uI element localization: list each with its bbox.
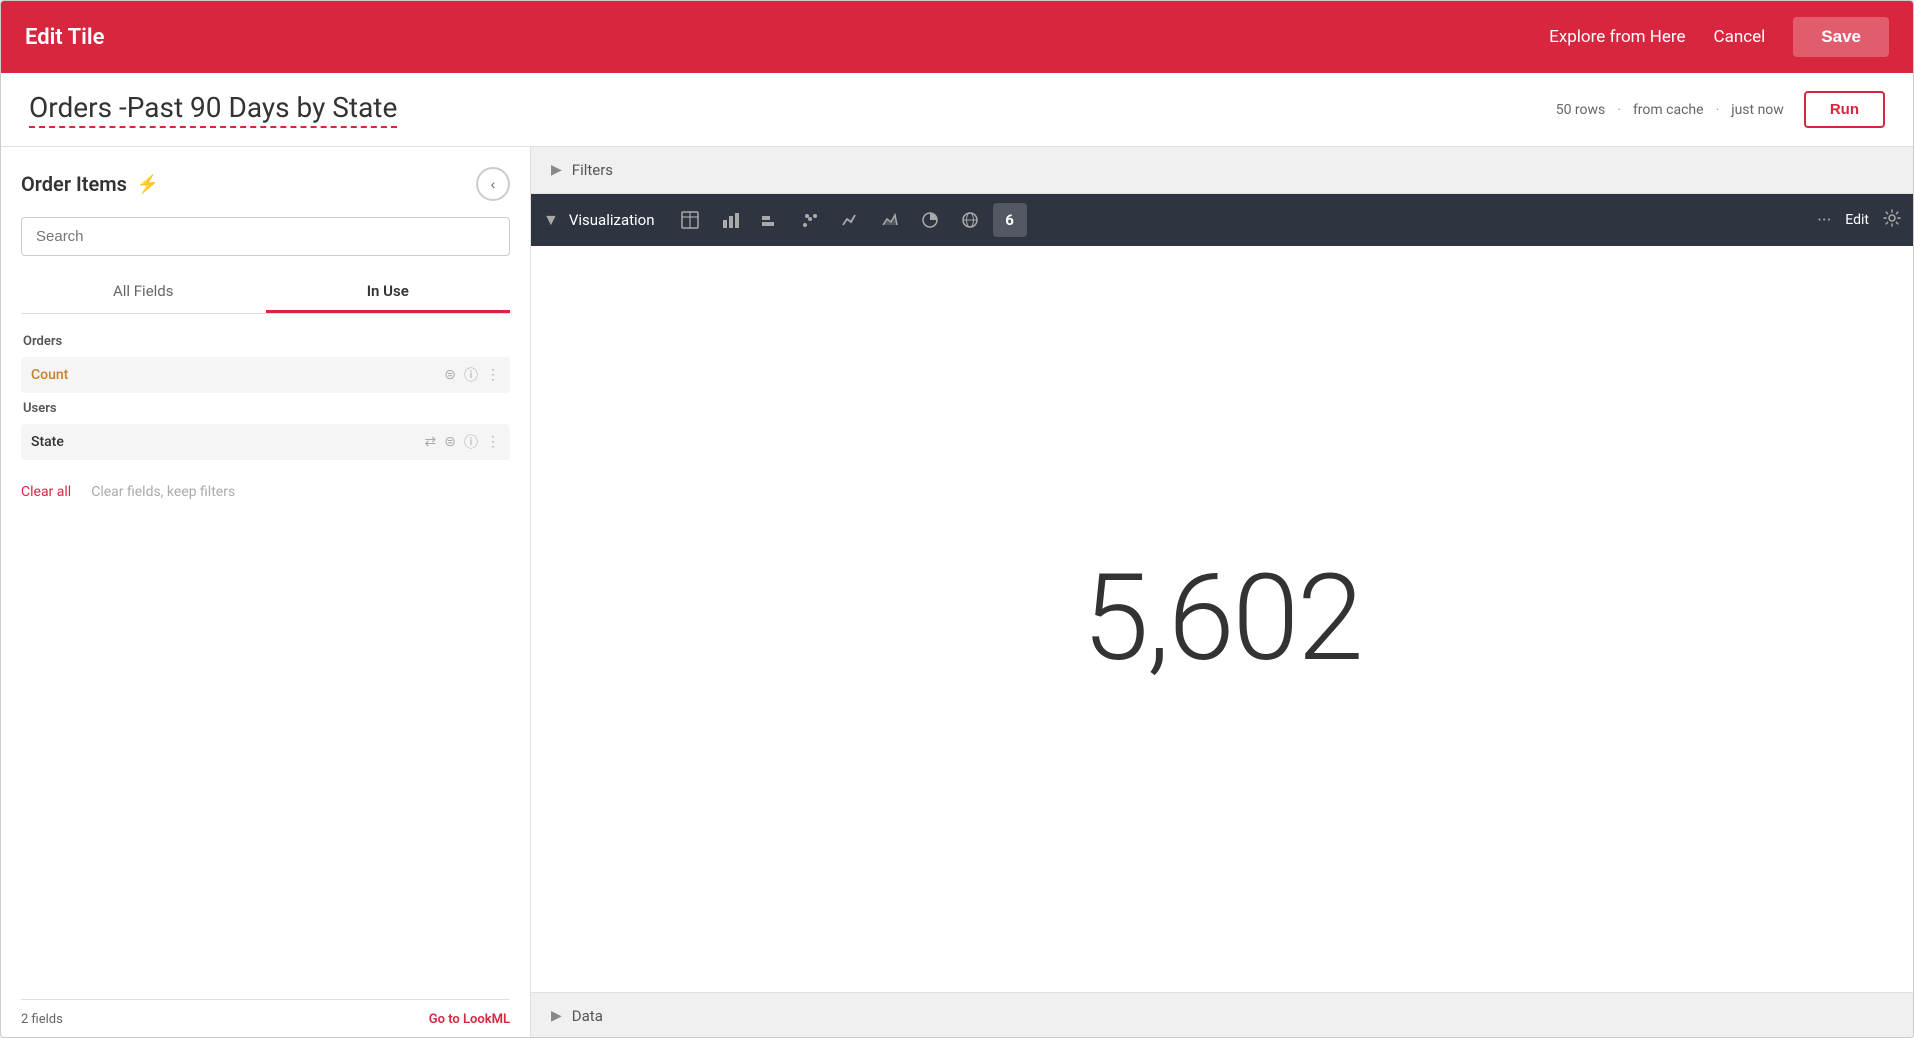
viz-more-button[interactable]: ···	[1817, 210, 1831, 231]
data-expand-icon[interactable]: ▶	[551, 1008, 562, 1024]
line-chart-viz-button[interactable]	[833, 203, 867, 237]
viz-toolbar: ▼ Visualization	[531, 194, 1913, 246]
field-name-count[interactable]: Count	[31, 367, 444, 383]
collapse-panel-button[interactable]: ‹	[476, 167, 510, 201]
page-title: Edit Tile	[25, 25, 104, 50]
viz-collapse-icon[interactable]: ▼	[543, 210, 559, 230]
field-item-count: Count ⊜ ⓘ ⋮	[21, 357, 510, 393]
data-bar[interactable]: ▶ Data	[531, 992, 1913, 1038]
area-chart-viz-button[interactable]	[873, 203, 907, 237]
scatter-viz-button[interactable]	[793, 203, 827, 237]
run-button[interactable]: Run	[1804, 91, 1885, 128]
lightning-icon: ⚡	[137, 174, 159, 195]
tab-in-use[interactable]: In Use	[266, 272, 511, 313]
main-layout: Order Items ⚡ ‹ All Fields In Use Orders	[1, 147, 1913, 1038]
section-label-users: Users	[21, 401, 510, 416]
left-panel: Order Items ⚡ ‹ All Fields In Use Orders	[1, 147, 531, 1038]
clear-all-link[interactable]: Clear all	[21, 484, 71, 500]
field-item-state: State ⇄ ⊜ ⓘ ⋮	[21, 424, 510, 460]
viz-content: 5,602	[531, 246, 1913, 992]
cache-status: from cache	[1633, 102, 1704, 118]
fields-count: 2 fields	[21, 1012, 63, 1027]
filters-bar[interactable]: ▶ Filters	[531, 147, 1913, 194]
filters-label: Filters	[572, 161, 613, 179]
save-button[interactable]: Save	[1793, 17, 1889, 57]
footer-links: Clear all Clear fields, keep filters	[21, 468, 510, 516]
tab-all-fields[interactable]: All Fields	[21, 272, 266, 313]
app-header: Edit Tile Explore from Here Cancel Save	[1, 1, 1913, 73]
pie-chart-viz-button[interactable]	[913, 203, 947, 237]
pivot-icon-state[interactable]: ⇄	[425, 434, 437, 450]
cancel-button[interactable]: Cancel	[1714, 27, 1766, 47]
subheader: Orders -Past 90 Days by State 50 rows · …	[1, 73, 1913, 147]
bar-chart-viz-button[interactable]	[713, 203, 747, 237]
table-viz-button[interactable]	[673, 203, 707, 237]
field-tabs: All Fields In Use	[21, 272, 510, 314]
row-count: 50 rows	[1556, 102, 1606, 118]
more-icon-state[interactable]: ⋮	[486, 434, 500, 450]
timestamp: just now	[1731, 102, 1784, 118]
panel-title-row: Order Items ⚡	[21, 172, 159, 196]
column-chart-viz-button[interactable]	[753, 203, 787, 237]
query-meta: 50 rows · from cache · just now Run	[1556, 91, 1885, 128]
field-actions-state: ⇄ ⊜ ⓘ ⋮	[425, 432, 500, 452]
field-name-state[interactable]: State	[31, 434, 425, 450]
filter-icon-state[interactable]: ⊜	[444, 434, 456, 450]
clear-fields-link[interactable]: Clear fields, keep filters	[91, 484, 235, 500]
viz-label: Visualization	[569, 211, 655, 229]
single-value-viz-button[interactable]: 6	[993, 203, 1027, 237]
data-label: Data	[572, 1007, 603, 1025]
info-icon-state[interactable]: ⓘ	[464, 432, 478, 452]
viz-settings-button[interactable]	[1883, 209, 1901, 232]
search-input[interactable]	[21, 217, 510, 256]
more-icon-count[interactable]: ⋮	[486, 367, 500, 383]
go-to-lookml-link[interactable]: Go to LookML	[429, 1012, 510, 1027]
query-title[interactable]: Orders -Past 90 Days by State	[29, 91, 397, 128]
panel-header: Order Items ⚡ ‹	[21, 167, 510, 201]
right-panel: ▶ Filters ▼ Visualization	[531, 147, 1913, 1038]
header-actions: Explore from Here Cancel Save	[1549, 17, 1889, 57]
dot-1: ·	[1617, 102, 1621, 118]
panel-bottom: 2 fields Go to LookML	[21, 999, 510, 1038]
chevron-left-icon: ‹	[491, 176, 496, 192]
dot-2: ·	[1716, 102, 1720, 118]
info-icon-count[interactable]: ⓘ	[464, 365, 478, 385]
filters-expand-icon[interactable]: ▶	[551, 162, 562, 178]
fields-section: Orders Count ⊜ ⓘ ⋮ Users State ⇄ ⊜	[21, 334, 510, 999]
filter-icon-count[interactable]: ⊜	[444, 367, 456, 383]
panel-title: Order Items	[21, 172, 127, 196]
section-label-orders: Orders	[21, 334, 510, 349]
viz-edit-button[interactable]: Edit	[1845, 212, 1869, 228]
search-container	[21, 217, 510, 256]
explore-from-here-link[interactable]: Explore from Here	[1549, 27, 1685, 47]
map-viz-button[interactable]	[953, 203, 987, 237]
field-actions-count: ⊜ ⓘ ⋮	[444, 365, 500, 385]
big-number-display: 5,602	[1082, 549, 1361, 689]
